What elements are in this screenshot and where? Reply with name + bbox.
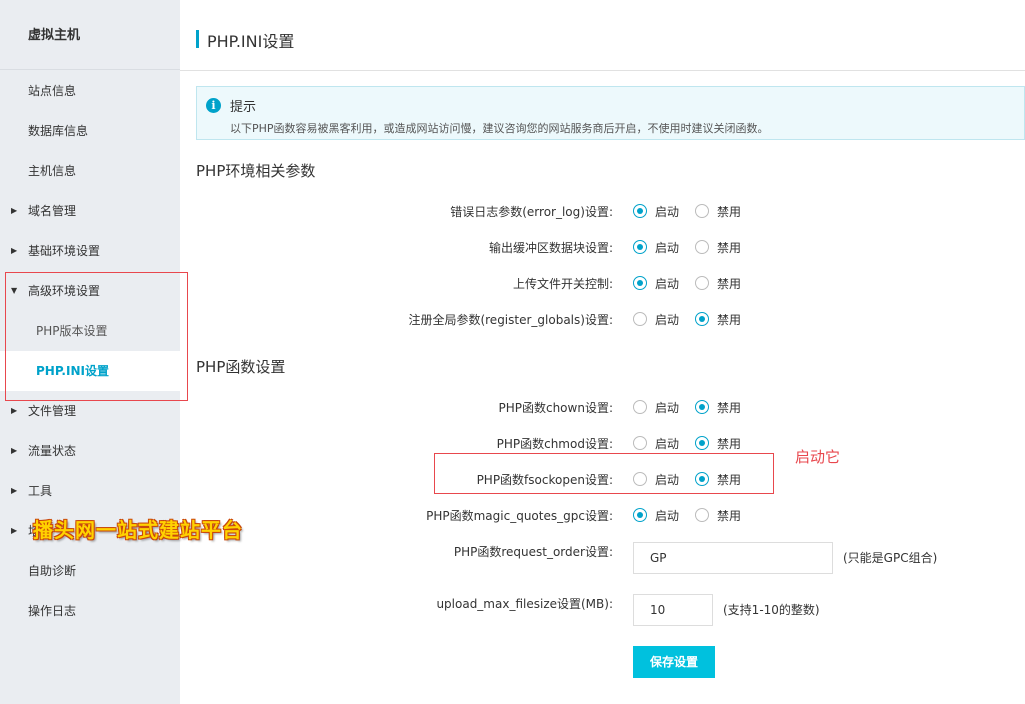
sidebar-item-host-info[interactable]: 主机信息 [0,151,180,191]
setting-row-error-log: 错误日志参数(error_log)设置: 启动 禁用 [180,201,1025,221]
tip-title: 提示 [230,100,257,115]
setting-row-output-buffer: 输出缓冲区数据块设置: 启动 禁用 [180,237,1025,257]
sidebar-item-domain[interactable]: ▶ 域名管理 [0,191,180,231]
annotation-box-sidebar [5,272,188,401]
request-order-hint: (只能是GPC组合) [843,551,938,565]
caret-right-icon: ▶ [11,246,18,255]
annotation-note: 启动它 [795,448,841,466]
radio-enable[interactable] [633,240,647,254]
tip-text: 以下PHP函数容易被黑客利用，或造成网站访问慢，建议咨询您的网站服务商后开启，不… [230,122,769,135]
upload-max-hint: (支持1-10的整数) [723,603,820,617]
setting-label: PHP函数magic_quotes_gpc设置: [426,509,613,523]
setting-row-magic-quotes: PHP函数magic_quotes_gpc设置: 启动 禁用 [180,505,1025,525]
caret-right-icon: ▶ [11,206,18,215]
radio-disable[interactable] [695,240,709,254]
title-accent-bar [196,30,199,48]
radio-enable-label: 启动 [655,241,680,255]
radio-disable-label: 禁用 [717,437,742,451]
sidebar-item-label: 数据库信息 [28,124,89,138]
annotation-box-fsockopen [434,453,774,494]
page-title: PHP.INI设置 [207,32,295,51]
sidebar-item-basic-env[interactable]: ▶ 基础环境设置 [0,231,180,271]
sidebar-item-label: 基础环境设置 [28,244,101,258]
sidebar-item-label: 文件管理 [28,404,77,418]
sidebar-item-label: 站点信息 [28,84,77,98]
sidebar-item-label: 主机信息 [28,164,77,178]
sidebar-item-label: 工具 [28,484,53,498]
request-order-input[interactable]: GP [633,542,833,574]
sidebar-item-traffic[interactable]: ▶ 流量状态 [0,431,180,471]
tip-box: i 提示 以下PHP函数容易被黑客利用，或造成网站访问慢，建议咨询您的网站服务商… [196,86,1025,140]
radio-disable[interactable] [695,276,709,290]
setting-row-register-globals: 注册全局参数(register_globals)设置: 启动 禁用 [180,309,1025,329]
main-content: PHP.INI设置 i 提示 以下PHP函数容易被黑客利用，或造成网站访问慢，建… [180,0,1025,704]
sidebar-item-label: 自助诊断 [28,564,77,578]
radio-disable[interactable] [695,436,709,450]
sidebar-item-database-info[interactable]: 数据库信息 [0,111,180,151]
radio-enable-label: 启动 [655,313,680,327]
radio-disable-label: 禁用 [717,241,742,255]
radio-enable-label: 启动 [655,205,680,219]
sidebar-item-label: 操作日志 [28,604,77,618]
watermark-text: 播头网一站式建站平台 [33,518,243,542]
sidebar-item-label: 流量状态 [28,444,77,458]
setting-label: PHP函数chown设置: [498,401,613,415]
sidebar-item-site-info[interactable]: 站点信息 [0,71,180,111]
sidebar-item-oplog[interactable]: 操作日志 [0,591,180,631]
sidebar-title: 虚拟主机 [0,0,180,70]
radio-enable[interactable] [633,312,647,326]
setting-label: upload_max_filesize设置(MB): [436,597,613,611]
radio-disable[interactable] [695,204,709,218]
radio-disable[interactable] [695,508,709,522]
setting-row-upload-max: upload_max_filesize设置(MB): [180,593,1025,613]
setting-label: 注册全局参数(register_globals)设置: [408,313,613,327]
radio-disable[interactable] [695,312,709,326]
upload-max-input[interactable]: 10 [633,594,713,626]
radio-enable-label: 启动 [655,401,680,415]
caret-right-icon: ▶ [11,486,18,495]
radio-disable[interactable] [695,400,709,414]
radio-enable[interactable] [633,508,647,522]
radio-disable-label: 禁用 [717,205,742,219]
section-title-env: PHP环境相关参数 [196,162,316,180]
radio-disable-label: 禁用 [717,277,742,291]
caret-right-icon: ▶ [11,446,18,455]
radio-enable[interactable] [633,276,647,290]
caret-right-icon: ▶ [11,526,18,535]
setting-row-file-upload: 上传文件开关控制: 启动 禁用 [180,273,1025,293]
page-header: PHP.INI设置 [180,0,1025,71]
info-icon: i [206,98,221,113]
setting-label: 输出缓冲区数据块设置: [488,241,613,255]
radio-disable-label: 禁用 [717,509,742,523]
section-title-func: PHP函数设置 [196,358,286,376]
setting-label: 上传文件开关控制: [512,277,613,291]
setting-row-chown: PHP函数chown设置: 启动 禁用 [180,397,1025,417]
radio-enable-label: 启动 [655,509,680,523]
save-button[interactable]: 保存设置 [633,646,715,678]
radio-enable-label: 启动 [655,277,680,291]
radio-enable[interactable] [633,436,647,450]
radio-disable-label: 禁用 [717,401,742,415]
sidebar-item-label: 域名管理 [28,204,77,218]
sidebar-item-diagnose[interactable]: 自助诊断 [0,551,180,591]
radio-enable[interactable] [633,204,647,218]
setting-row-chmod: PHP函数chmod设置: 启动 禁用 [180,433,1025,453]
radio-enable[interactable] [633,400,647,414]
radio-enable-label: 启动 [655,437,680,451]
setting-label: PHP函数chmod设置: [496,437,613,451]
setting-label: 错误日志参数(error_log)设置: [450,205,613,219]
setting-label: PHP函数request_order设置: [453,545,613,559]
sidebar-item-tools[interactable]: ▶ 工具 [0,471,180,511]
radio-disable-label: 禁用 [717,313,742,327]
